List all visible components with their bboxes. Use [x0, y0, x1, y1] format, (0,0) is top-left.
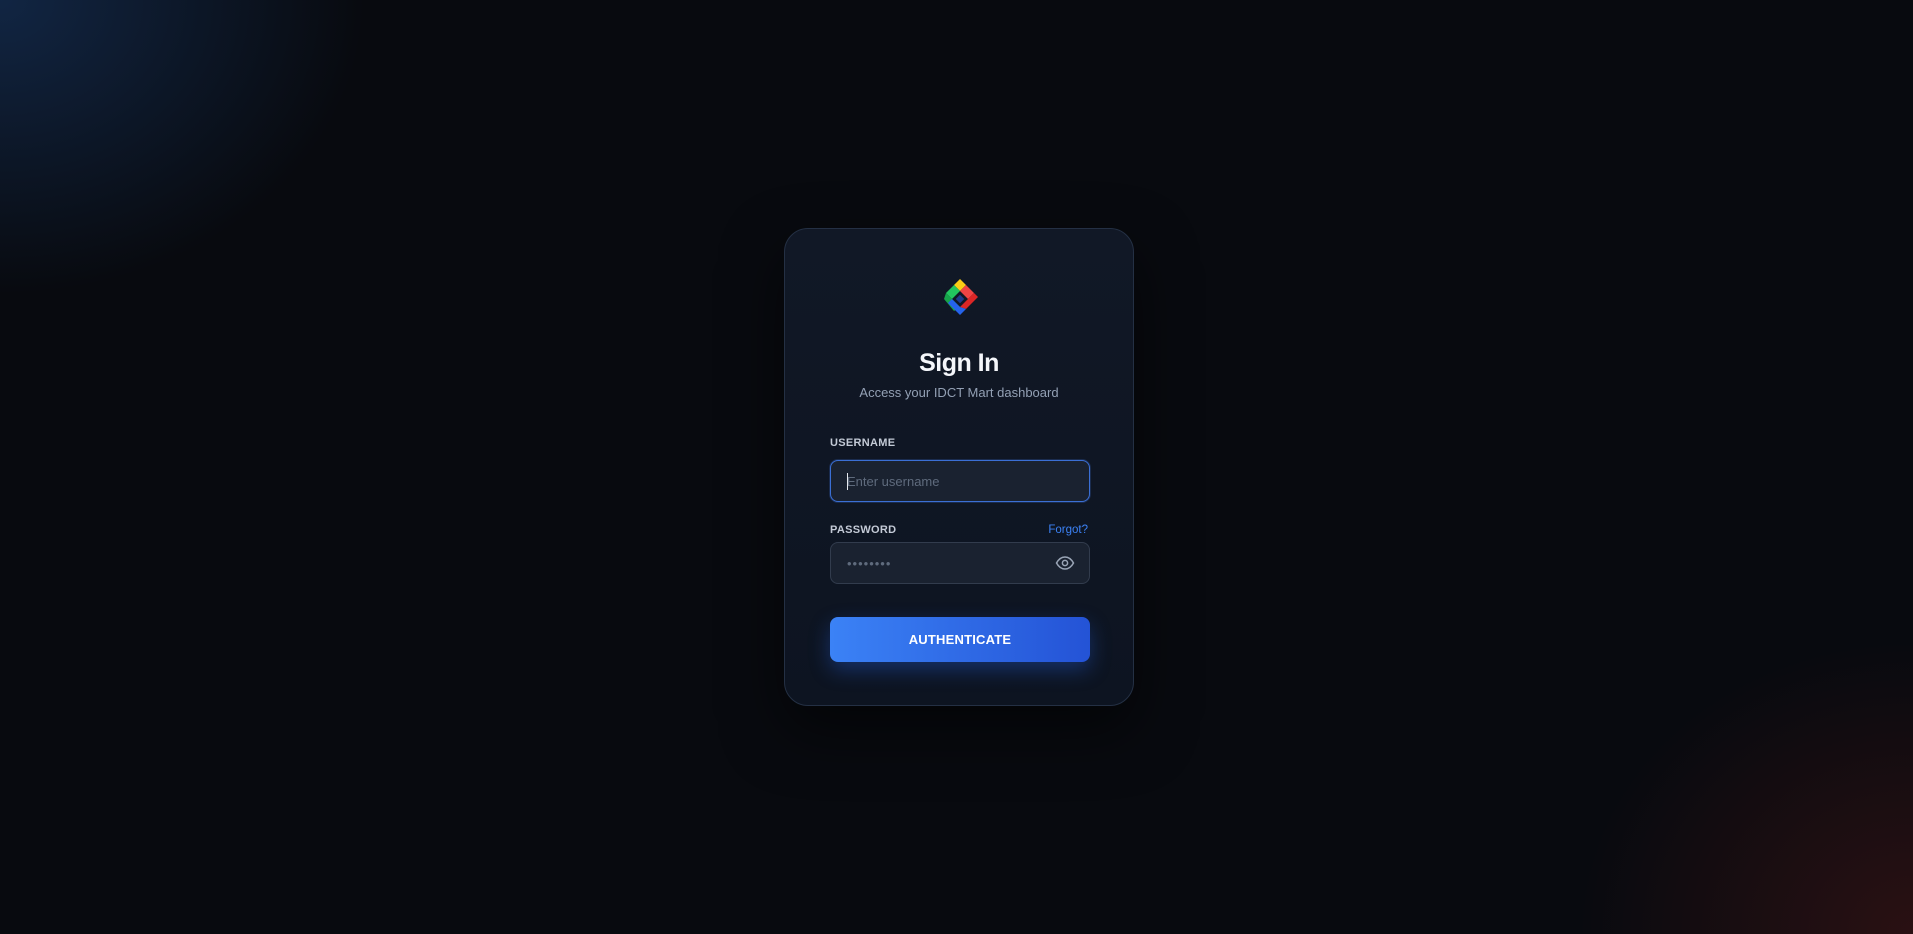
authenticate-button[interactable]: AUTHENTICATE: [830, 617, 1090, 662]
password-label: PASSWORD: [830, 524, 897, 536]
login-card: Sign In Access your IDCT Mart dashboard …: [784, 228, 1134, 706]
page-subtitle: Access your IDCT Mart dashboard: [859, 385, 1059, 400]
forgot-password-link[interactable]: Forgot?: [1048, 524, 1088, 536]
eye-icon[interactable]: [1055, 555, 1075, 571]
password-input[interactable]: [831, 543, 1089, 583]
page-title: Sign In: [919, 349, 999, 377]
username-label: USERNAME: [830, 437, 896, 449]
username-field-wrapper: [830, 460, 1090, 502]
password-field-wrapper: [830, 542, 1090, 584]
text-caret: [847, 473, 848, 490]
logo-icon: [944, 279, 978, 315]
username-input[interactable]: [831, 461, 1089, 501]
